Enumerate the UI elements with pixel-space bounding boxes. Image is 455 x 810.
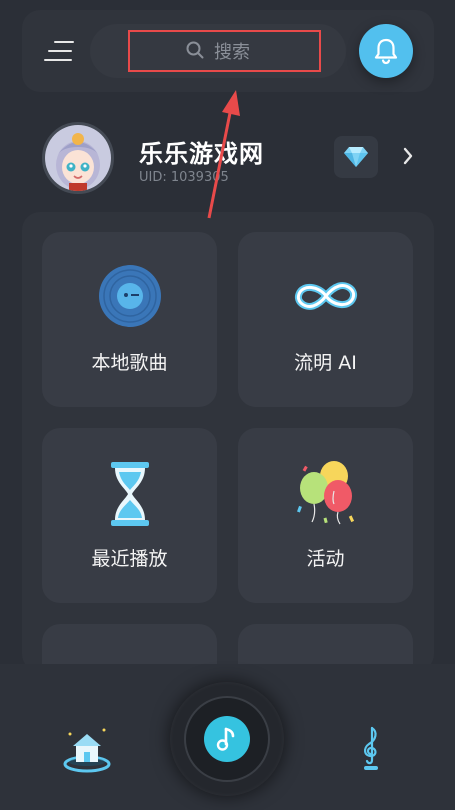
card-events[interactable]: 活动 <box>238 428 413 603</box>
username: 乐乐游戏网 <box>139 140 264 168</box>
search-highlight-box <box>128 30 321 72</box>
vinyl-record-icon <box>98 265 161 327</box>
notification-button[interactable] <box>359 24 413 78</box>
card-label: 活动 <box>306 548 345 570</box>
card-label: 本地歌曲 <box>91 352 168 374</box>
vip-button[interactable] <box>334 136 378 178</box>
hourglass-icon <box>110 462 149 526</box>
music-note-icon <box>216 727 235 751</box>
card-lumen-ai[interactable]: 流明 AI <box>238 232 413 407</box>
card-partial-right[interactable] <box>238 624 413 664</box>
avatar[interactable] <box>42 122 114 194</box>
chevron-right-icon[interactable] <box>402 146 414 166</box>
infinity-icon <box>294 282 357 310</box>
card-label: 最近播放 <box>91 548 168 570</box>
home-icon[interactable] <box>60 724 114 774</box>
user-id: UID: 1039305 <box>139 170 229 185</box>
bell-icon <box>374 38 398 65</box>
card-partial-left[interactable] <box>42 624 217 664</box>
card-recent-plays[interactable]: 最近播放 <box>42 428 217 603</box>
card-label: 流明 AI <box>294 352 357 374</box>
menu-icon[interactable] <box>44 38 74 64</box>
diamond-icon <box>344 147 368 167</box>
player-button[interactable] <box>204 716 250 762</box>
treble-clef-icon[interactable] <box>356 724 386 772</box>
anime-avatar-image <box>45 125 111 191</box>
card-local-songs[interactable]: 本地歌曲 <box>42 232 217 407</box>
balloons-icon <box>296 461 354 525</box>
